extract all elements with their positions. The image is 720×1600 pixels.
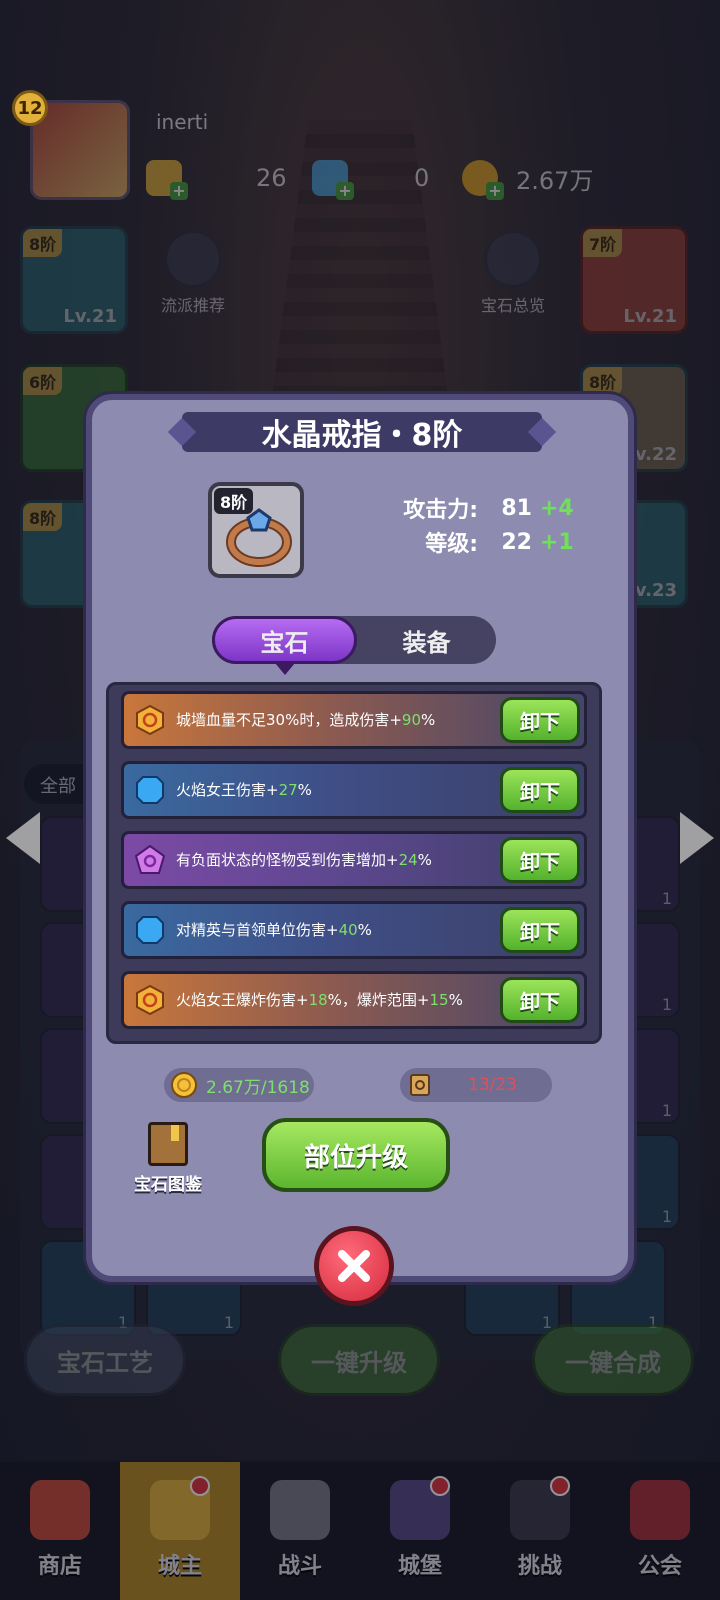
gem-effect-text: 火焰女王伤害+27% — [176, 781, 312, 799]
slot-upgrade-button[interactable]: 部位升级 — [262, 1118, 450, 1192]
tab-shop[interactable]: 商店 — [0, 1462, 120, 1600]
blue-square-gem-icon — [136, 916, 164, 944]
unequip-button[interactable]: 卸下 — [500, 977, 580, 1023]
ring-icon — [226, 508, 292, 567]
scroll-cost: 13/23 — [400, 1068, 552, 1102]
stat-level: 等级: 22 +1 — [425, 529, 574, 558]
player-name: inerti — [156, 110, 209, 134]
gem-codex-button[interactable]: 宝石图鉴 — [120, 1122, 216, 1195]
tab-equip[interactable]: 装备 — [357, 616, 496, 664]
tab-challenge[interactable]: 挑战 — [480, 1462, 600, 1600]
purple-pentagon-gem-icon — [134, 844, 166, 874]
bottom-tab-bar: 商店 城主 战斗 城堡 挑战 公会 — [0, 1462, 720, 1600]
gem-row: 有负面状态的怪物受到伤害增加+24% 卸下 — [121, 831, 587, 889]
scroll-icon — [410, 1074, 430, 1096]
socketed-gem-list: 城墙血量不足30%时，造成伤害+90% 卸下 火焰女王伤害+27% 卸下 有负面… — [106, 682, 602, 1044]
equip-slot-hat[interactable]: 8阶 Lv.21 — [20, 226, 128, 334]
orange-hex-gem-icon — [136, 704, 164, 736]
player-level-badge: 12 — [12, 90, 48, 126]
gem-effect-text: 对精英与首领单位伤害+40% — [176, 921, 372, 939]
gem-row: 火焰女王伤害+27% 卸下 — [121, 761, 587, 819]
scroll-icon — [484, 230, 542, 288]
gold-coin-icon — [171, 1072, 197, 1098]
unequip-button[interactable]: 卸下 — [500, 837, 580, 883]
notification-dot — [190, 1476, 210, 1496]
unequip-button[interactable]: 卸下 — [500, 697, 580, 743]
modal-title: 水晶戒指・8阶 — [182, 412, 542, 453]
swords-icon — [270, 1480, 330, 1540]
gem-equip-tab-switch: 宝石 装备 — [212, 616, 496, 675]
notification-dot — [550, 1476, 570, 1496]
notification-dot — [430, 1476, 450, 1496]
unequip-button[interactable]: 卸下 — [500, 767, 580, 813]
gem-equip-modal: 水晶戒指・8阶 8阶 攻击力: 81 +4 等级: 22 +1 宝石 装备 城墙… — [86, 394, 634, 1282]
build-recommend-button[interactable]: 流派推荐 — [138, 230, 248, 316]
close-button[interactable] — [314, 1226, 394, 1306]
next-arrow-icon[interactable] — [680, 812, 714, 864]
gem-row: 对精英与首领单位伤害+40% 卸下 — [121, 901, 587, 959]
tab-gem[interactable]: 宝石 — [212, 616, 357, 675]
banner-icon — [630, 1480, 690, 1540]
tab-guild[interactable]: 公会 — [600, 1462, 720, 1600]
one-click-upgrade-button[interactable]: 一键升级 — [278, 1324, 440, 1396]
orange-hex-gem-icon — [136, 984, 164, 1016]
potion-icon: + — [312, 160, 354, 200]
close-icon — [338, 1250, 370, 1282]
coin-stack-icon: + — [462, 160, 504, 200]
resource-gold-hex[interactable]: + 26 — [146, 158, 287, 200]
gem-craft-button[interactable]: 宝石工艺 — [24, 1324, 186, 1396]
resource-potion[interactable]: + 0 — [312, 158, 429, 200]
tab-castle[interactable]: 城堡 — [360, 1462, 480, 1600]
unequip-button[interactable]: 卸下 — [500, 907, 580, 953]
resource-coin[interactable]: + 2.67万 — [462, 158, 593, 200]
gem-overview-button[interactable]: 宝石总览 — [458, 230, 568, 316]
shop-icon — [30, 1480, 90, 1540]
blue-square-gem-icon — [136, 776, 164, 804]
prev-arrow-icon[interactable] — [6, 812, 40, 864]
one-click-merge-button[interactable]: 一键合成 — [532, 1324, 694, 1396]
gold-hex-icon: + — [146, 160, 188, 200]
gem-effect-text: 有负面状态的怪物受到伤害增加+24% — [176, 851, 432, 869]
stat-attack: 攻击力: 81 +4 — [403, 495, 574, 524]
item-card: 8阶 — [208, 482, 304, 578]
tab-lord[interactable]: 城主 — [120, 1462, 240, 1600]
gem-effect-text: 城墙血量不足30%时，造成伤害+90% — [176, 711, 436, 729]
thumbs-up-icon — [164, 230, 222, 288]
equip-slot-staff[interactable]: 7阶 Lv.21 — [580, 226, 688, 334]
gem-row: 城墙血量不足30%时，造成伤害+90% 卸下 — [121, 691, 587, 749]
tab-battle[interactable]: 战斗 — [240, 1462, 360, 1600]
book-icon — [148, 1122, 188, 1166]
gold-cost: 2.67万/1618 — [164, 1068, 314, 1102]
gem-effect-text: 火焰女王爆炸伤害+18%，爆炸范围+15% — [176, 991, 463, 1009]
gem-row: 火焰女王爆炸伤害+18%，爆炸范围+15% 卸下 — [121, 971, 587, 1029]
